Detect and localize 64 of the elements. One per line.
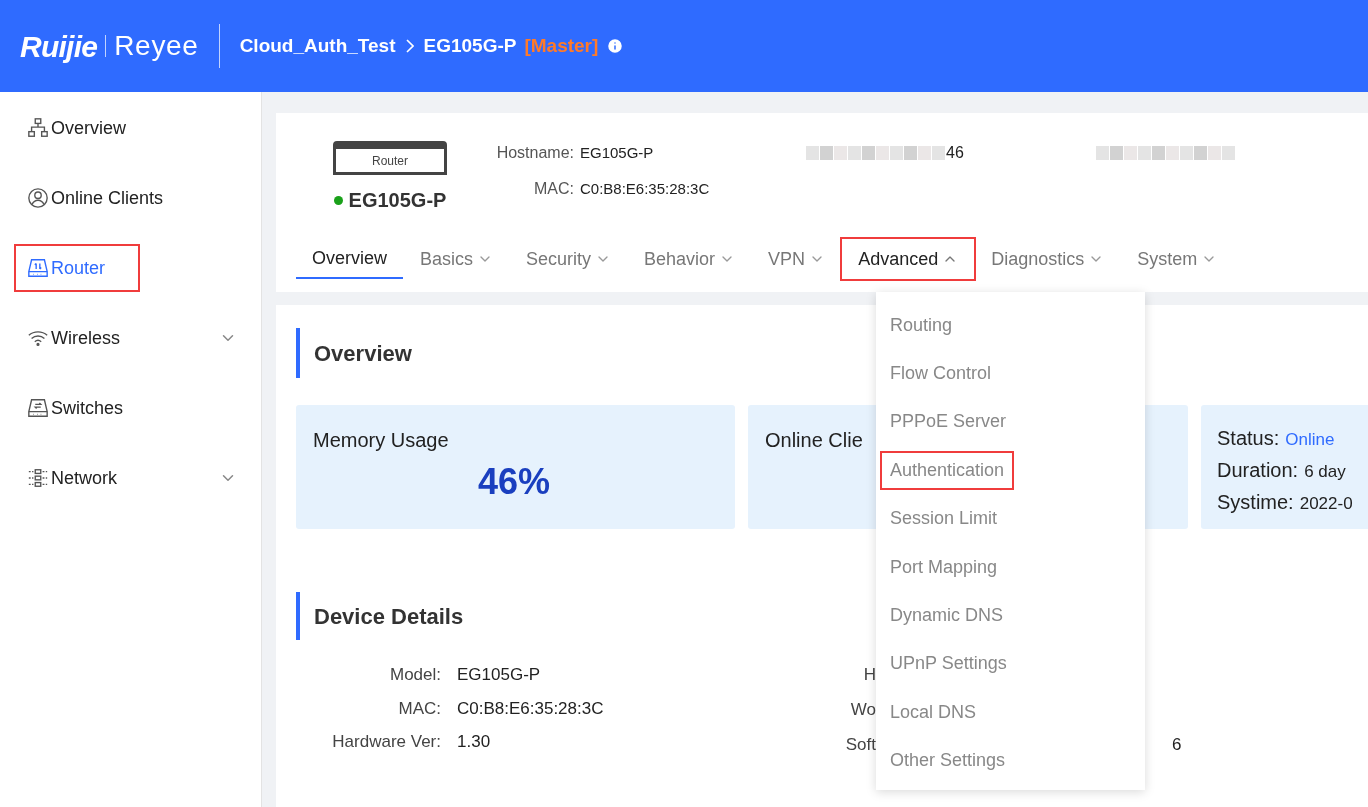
status-label: Systime: <box>1217 490 1294 515</box>
field-label: Hostname: <box>495 143 574 163</box>
menu-item[interactable]: Other Settings <box>882 743 1014 779</box>
sidebar-item[interactable]: Switches <box>16 386 237 430</box>
nav-tab[interactable]: Basics <box>404 239 510 279</box>
detail-label: H <box>862 664 876 686</box>
sidebar-item[interactable]: Wireless <box>16 316 237 360</box>
field-value: EG105G-P <box>580 143 654 163</box>
sidebar-item[interactable]: Network <box>16 456 237 500</box>
detail-value: EG105G-P <box>457 664 541 686</box>
nav-tab[interactable]: VPN <box>752 239 842 279</box>
status-label: Duration: <box>1217 458 1299 483</box>
nav-tab[interactable]: Security <box>510 239 628 279</box>
menu-item[interactable]: UPnP Settings <box>882 646 1015 682</box>
role-label: [Master] <box>524 33 599 58</box>
menu-item[interactable]: Port Mapping <box>882 549 1006 585</box>
nav-tab[interactable]: Overview <box>296 239 403 279</box>
section-title: Overview <box>314 339 412 368</box>
switch-icon <box>27 397 49 419</box>
sidebar-item[interactable]: Online Clients <box>16 176 237 220</box>
stat-value: 46% <box>477 460 551 504</box>
network-icon <box>27 467 49 489</box>
field-value: C0:B8:E6:35:28:3C <box>580 179 710 199</box>
status-value: 2022-0 <box>1299 493 1353 515</box>
device-name: EG105G-P <box>348 188 447 213</box>
router-icon <box>27 257 49 279</box>
router-device-drawing: Router <box>333 141 447 175</box>
menu-item[interactable]: Session Limit <box>882 501 1006 537</box>
detail-label: MAC: <box>397 697 441 720</box>
brand-logo: Ruijie <box>20 28 98 65</box>
status-link[interactable]: Online <box>1285 427 1335 453</box>
detail-label: Hardware Ver: <box>331 731 441 753</box>
menu-item[interactable]: Routing <box>882 307 961 343</box>
stat-label: Memory Usage <box>313 428 450 453</box>
menu-item[interactable]: PPPoE Server <box>882 404 1015 440</box>
menu-item[interactable]: Flow Control <box>882 356 1000 392</box>
breadcrumb-item[interactable]: Cloud_Auth_Test <box>239 31 396 61</box>
menu-item[interactable]: Dynamic DNS <box>882 598 1012 634</box>
status-value: 6 day <box>1304 461 1346 483</box>
detail-label: Wo <box>849 699 876 721</box>
detail-value: C0:B8:E6:35:28:3C <box>457 697 604 720</box>
nav-tab[interactable]: Diagnostics <box>975 239 1121 279</box>
detail-label: Model: <box>388 664 441 686</box>
sidebar-item[interactable]: Overview <box>16 106 237 150</box>
menu-item[interactable]: Local DNS <box>882 694 985 730</box>
sidebar-item[interactable]: Router <box>16 246 138 290</box>
detail-value: 6 <box>1172 734 1182 756</box>
field-value: 46 <box>946 143 964 163</box>
nav-tab[interactable]: System <box>1121 239 1234 279</box>
breadcrumb-item: EG105G-P <box>423 33 517 58</box>
detail-label: Soft <box>844 734 876 756</box>
chevron-right-icon <box>405 39 414 53</box>
section-title: Device Details <box>314 602 464 631</box>
topology-icon <box>27 117 49 139</box>
nav-tab[interactable]: Advanced <box>842 239 975 279</box>
nav-tab[interactable]: Behavior <box>628 239 752 279</box>
user-icon <box>27 187 49 209</box>
info-icon[interactable] <box>606 37 625 55</box>
sub-brand-logo: Reyee <box>114 29 199 63</box>
detail-value: 1.30 <box>457 731 491 753</box>
menu-item[interactable]: Authentication <box>882 452 1013 488</box>
status-label: Status: <box>1217 426 1280 451</box>
field-label: MAC: <box>533 179 574 199</box>
stat-label: Online Clie <box>765 429 863 451</box>
